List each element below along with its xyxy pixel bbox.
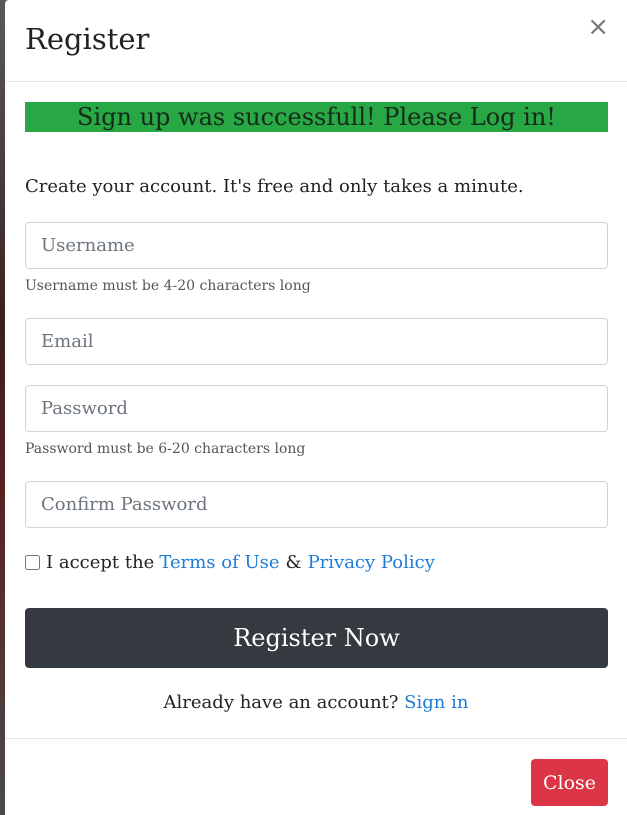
terms-row: I accept the Terms of Use & Privacy Poli… xyxy=(25,552,435,573)
username-hint: Username must be 4-20 characters long xyxy=(25,278,311,294)
confirm-password-input[interactable] xyxy=(25,481,608,528)
modal-header: Register × xyxy=(5,0,627,82)
password-hint: Password must be 6-20 characters long xyxy=(25,441,306,457)
privacy-policy-link[interactable]: Privacy Policy xyxy=(308,552,435,573)
signin-line: Already have an account? Sign in xyxy=(5,692,627,713)
modal-title: Register xyxy=(25,22,150,56)
password-input[interactable] xyxy=(25,385,608,432)
terms-ampersand: & xyxy=(285,552,302,573)
register-now-button[interactable]: Register Now xyxy=(25,608,608,668)
success-alert: Sign up was successfull! Please Log in! xyxy=(25,102,608,132)
username-input[interactable] xyxy=(25,222,608,269)
terms-prefix: I accept the xyxy=(46,552,155,573)
form-intro: Create your account. It's free and only … xyxy=(25,176,524,197)
close-button[interactable]: Close xyxy=(531,759,608,806)
signin-prefix: Already have an account? xyxy=(163,692,399,713)
close-icon[interactable]: × xyxy=(587,14,609,40)
sign-in-link[interactable]: Sign in xyxy=(404,692,468,713)
terms-checkbox[interactable] xyxy=(25,555,40,570)
email-input[interactable] xyxy=(25,318,608,365)
terms-of-use-link[interactable]: Terms of Use xyxy=(159,552,279,573)
modal-footer: Close xyxy=(5,738,627,815)
register-modal: Register × Sign up was successfull! Plea… xyxy=(5,0,627,815)
